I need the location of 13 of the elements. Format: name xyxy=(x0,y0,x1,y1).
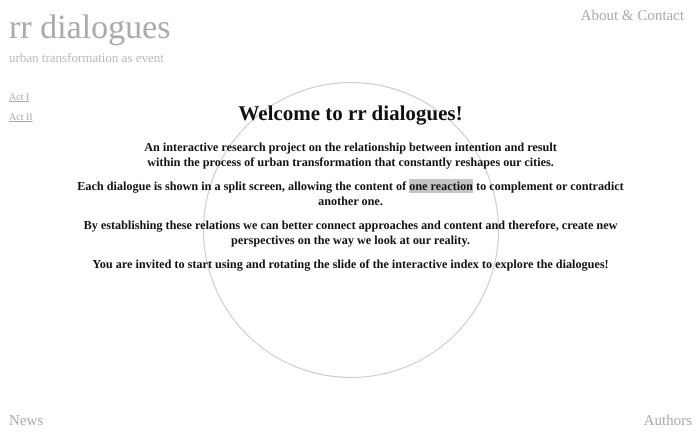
act-link[interactable]: Act I xyxy=(9,92,30,103)
intro-paragraph: within the process of urban transformation that constantly reshapes our cities. xyxy=(147,155,554,170)
intro-paragraph: You are invited to start using and rotating the slide of the interactive index to explore the dialogues! xyxy=(92,257,609,272)
about-link[interactable]: About & Contact xyxy=(580,8,684,25)
site-subtitle: urban transformation as event xyxy=(9,50,165,66)
site-title: rr dialogues xyxy=(9,8,170,48)
act-link[interactable]: Act II xyxy=(9,112,33,123)
intro-paragraph: An interactive research project on the relationship between intention and result xyxy=(144,140,557,155)
authors-link[interactable]: Authors xyxy=(644,413,692,430)
welcome-heading: Welcome to rr dialogues! xyxy=(238,101,463,126)
intro-paragraph: By establishing these relations we can better connect approaches and content and therefore, create new perspectives on the way we look at our reality. xyxy=(82,218,618,248)
intro-paragraph: Each dialogue is shown in a split screen, allowing the content of one reaction to complement or contradict another one. xyxy=(76,179,625,209)
news-link[interactable]: News xyxy=(9,413,44,430)
